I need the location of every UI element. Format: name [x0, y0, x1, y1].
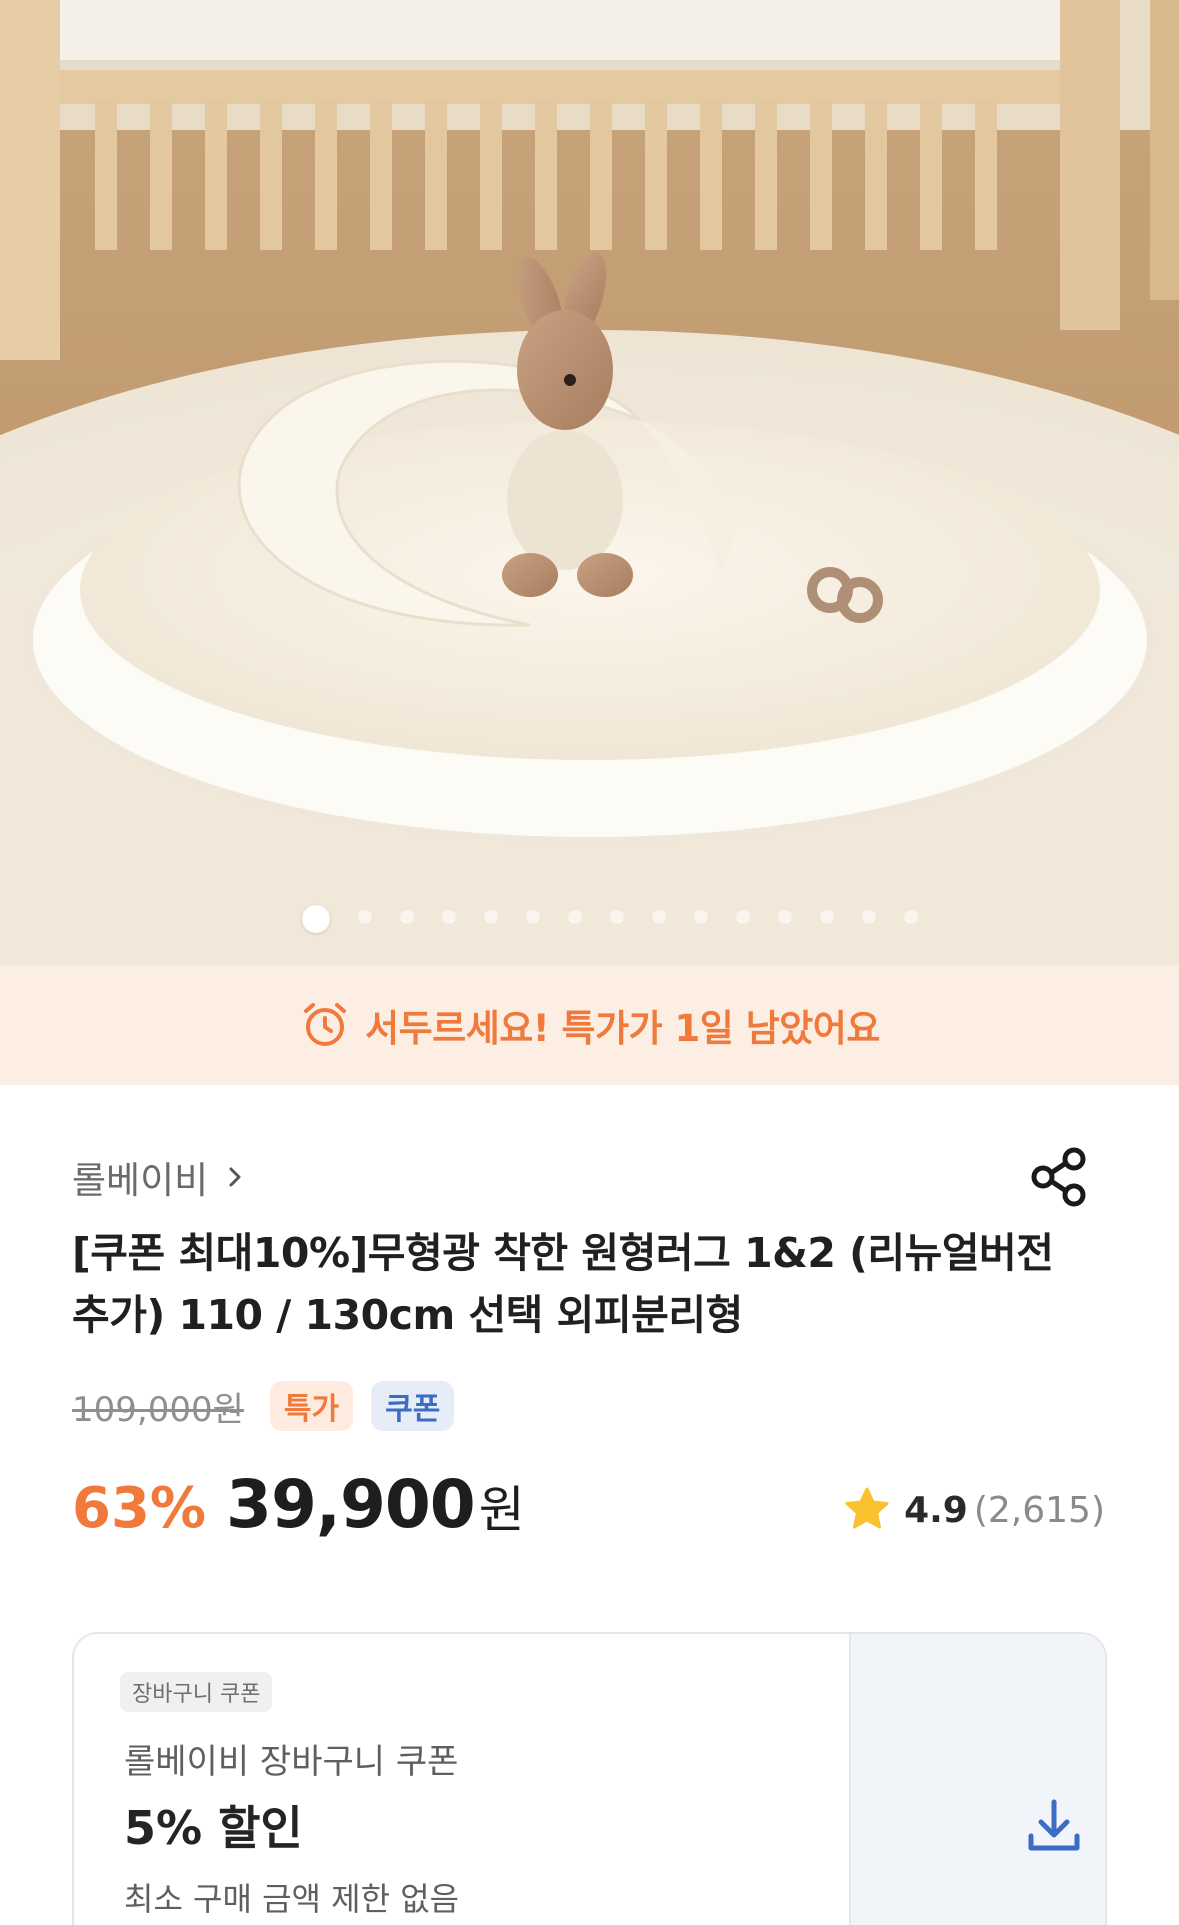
coupon-card: 장바구니 쿠폰 롤베이비 장바구니 쿠폰 5% 할인 최소 구매 금액 제한 없…: [72, 1632, 1107, 1925]
coupon-details: 장바구니 쿠폰 롤베이비 장바구니 쿠폰 5% 할인 최소 구매 금액 제한 없…: [74, 1634, 849, 1925]
carousel-dot[interactable]: [400, 910, 414, 924]
share-icon[interactable]: [1026, 1143, 1094, 1211]
coupon-badge: 쿠폰: [371, 1381, 455, 1431]
coupon-type-tag: 장바구니 쿠폰: [120, 1672, 273, 1712]
carousel-dot[interactable]: [484, 910, 498, 924]
carousel-dot[interactable]: [610, 910, 624, 924]
coupon-name: 롤베이비 장바구니 쿠폰: [124, 1742, 459, 1782]
price-unit: 원: [478, 1481, 525, 1539]
product-photo: [0, 0, 1179, 965]
alarm-clock-icon: [304, 1003, 347, 1046]
brand-name: 롤베이비: [72, 1159, 209, 1202]
brand-link[interactable]: 롤베이비: [72, 1150, 248, 1204]
review-count: (2,615): [973, 1489, 1105, 1531]
carousel-pagination: [0, 903, 1179, 933]
special-deal-badge: 특가: [269, 1381, 354, 1431]
download-icon: [1028, 1799, 1080, 1851]
carousel-dot[interactable]: [862, 910, 876, 924]
rating-value: 4.9: [904, 1489, 968, 1531]
carousel-dot[interactable]: [778, 910, 792, 924]
coupon-download-button[interactable]: [851, 1634, 1105, 1925]
deal-countdown-text: 서두르세요! 특가가 1일 남았어요: [365, 1007, 880, 1050]
price-meta-row: 109,000원 특가 쿠폰: [72, 1380, 472, 1432]
product-image-carousel[interactable]: [0, 0, 1179, 965]
carousel-dot[interactable]: [736, 910, 750, 924]
carousel-dot[interactable]: [652, 910, 666, 924]
coupon-condition: 최소 구매 금액 제한 없음: [124, 1880, 460, 1918]
chevron-right-icon: [229, 1167, 241, 1187]
discount-rate: 63%: [72, 1476, 207, 1541]
product-title: [쿠폰 최대10%]무형광 착한 원형러그 1&2 (리뉴얼버전 추가) 110…: [72, 1229, 1054, 1339]
sale-price: 39,900: [226, 1466, 476, 1543]
original-price: 109,000원: [72, 1389, 244, 1430]
carousel-dot[interactable]: [904, 910, 918, 924]
carousel-dot[interactable]: [442, 910, 456, 924]
carousel-dot[interactable]: [820, 910, 834, 924]
carousel-dot[interactable]: [526, 910, 540, 924]
carousel-dot[interactable]: [568, 910, 582, 924]
carousel-dot[interactable]: [302, 905, 330, 933]
deal-countdown-banner: 서두르세요! 특가가 1일 남았어요: [0, 965, 1179, 1085]
sale-price-row: 63% 39,900 원: [72, 1466, 525, 1546]
carousel-dot[interactable]: [358, 910, 372, 924]
star-icon: [845, 1487, 889, 1529]
carousel-dot[interactable]: [694, 910, 708, 924]
review-rating[interactable]: 4.9 (2,615): [842, 1482, 1105, 1538]
coupon-discount: 5% 할인: [124, 1801, 303, 1855]
